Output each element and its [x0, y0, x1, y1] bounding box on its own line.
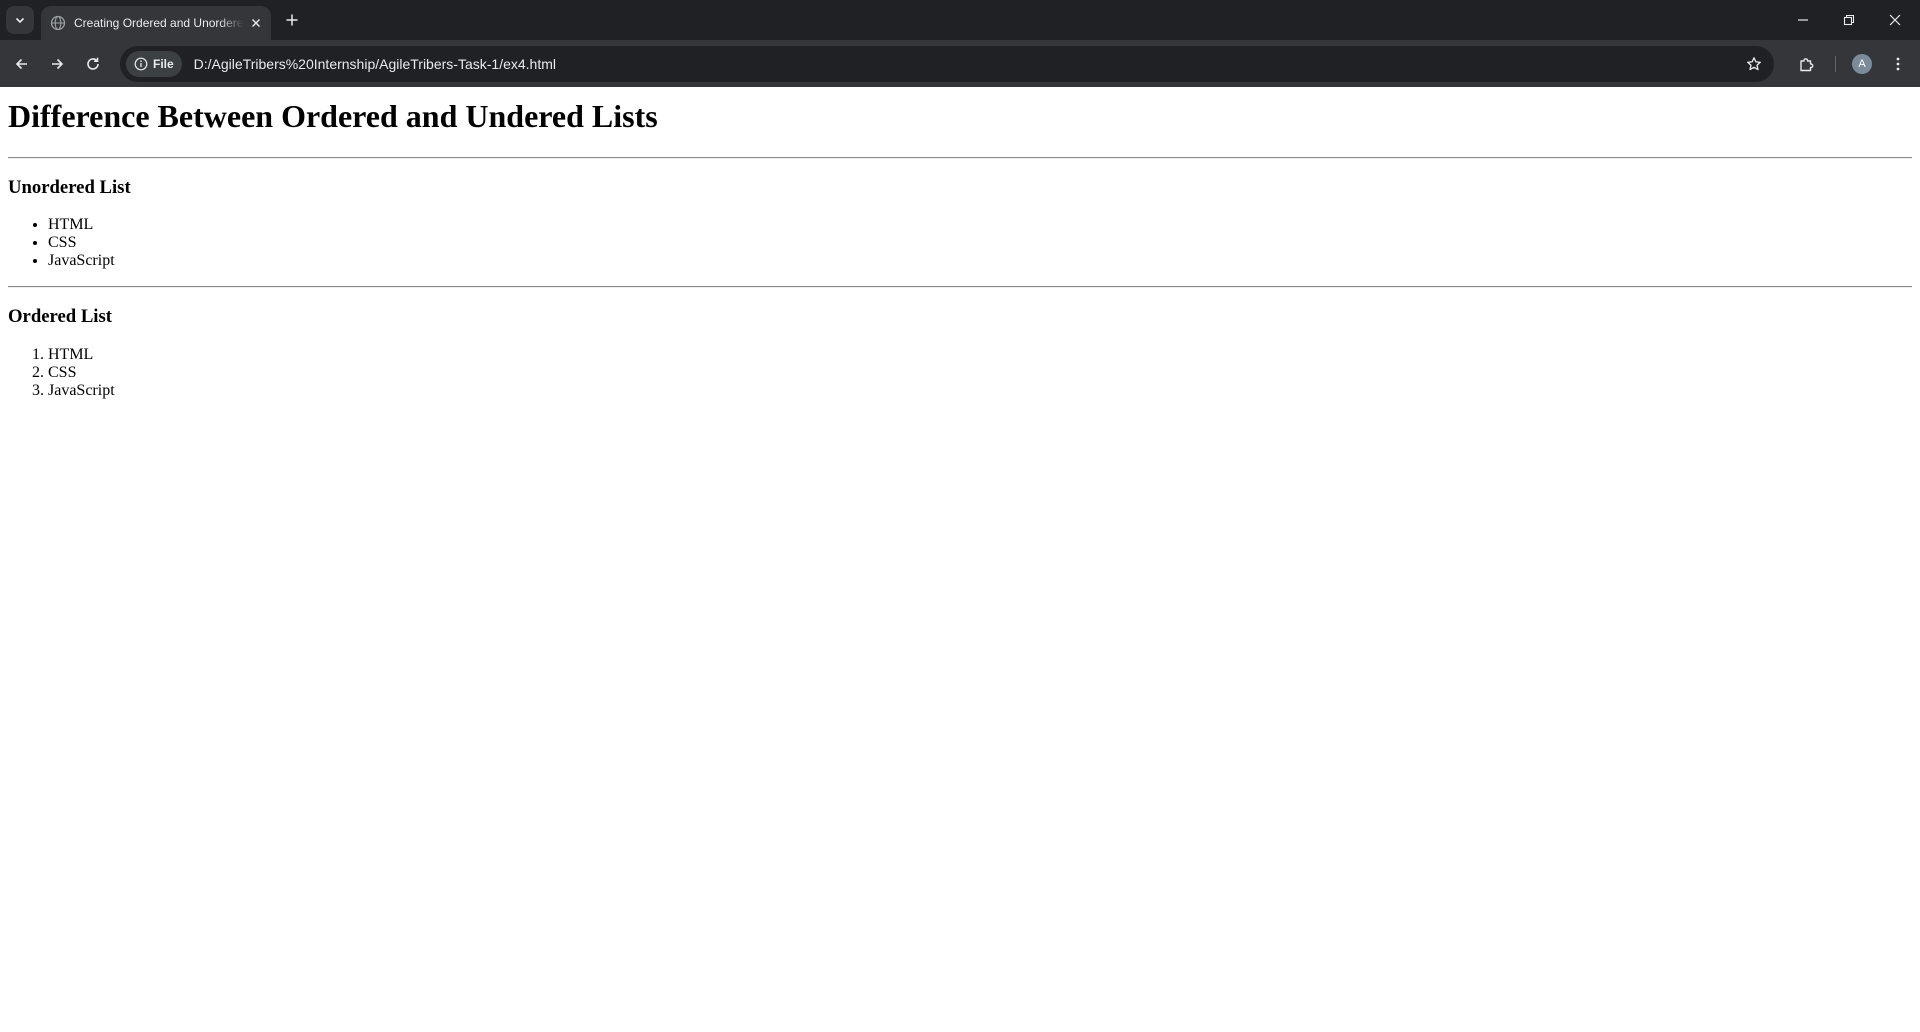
minimize-button[interactable] — [1780, 0, 1826, 40]
address-bar[interactable]: File D:/AgileTribers%20Internship/AgileT… — [120, 46, 1774, 82]
list-item: CSS — [48, 364, 1912, 382]
divider-top — [8, 156, 1912, 159]
avatar: A — [1852, 54, 1872, 74]
close-window-button[interactable] — [1872, 0, 1918, 40]
forward-button[interactable] — [43, 50, 71, 78]
file-chip-label: File — [153, 57, 174, 71]
site-info-chip[interactable]: File — [126, 51, 182, 77]
new-tab-button[interactable] — [280, 8, 304, 32]
list-item: HTML — [48, 216, 1912, 234]
page-title: Difference Between Ordered and Undered L… — [8, 98, 658, 134]
unordered-list-title: Unordered List — [8, 176, 131, 198]
restore-icon — [1843, 14, 1855, 26]
more-vert-icon — [1896, 57, 1900, 71]
minimize-icon — [1798, 19, 1808, 21]
close-tab-icon[interactable] — [248, 15, 264, 31]
list-item: JavaScript — [48, 382, 1912, 400]
menu-button[interactable] — [1884, 50, 1912, 78]
bookmark-star-button[interactable] — [1744, 54, 1764, 74]
divider-middle — [8, 286, 1912, 289]
list-item: JavaScript — [48, 252, 1912, 270]
browser-toolbar: File D:/AgileTribers%20Internship/AgileT… — [0, 40, 1920, 87]
close-icon — [1889, 14, 1901, 26]
plus-icon — [286, 14, 298, 26]
url-text[interactable]: D:/AgileTribers%20Internship/AgileTriber… — [194, 56, 556, 72]
tab-search-button[interactable] — [6, 6, 34, 34]
arrow-right-icon — [52, 58, 64, 70]
list-item: CSS — [48, 234, 1912, 252]
arrow-left-icon — [15, 58, 27, 70]
back-button[interactable] — [8, 50, 36, 78]
reload-icon — [87, 57, 99, 70]
extensions-button[interactable] — [1793, 50, 1821, 78]
ordered-list: HTML CSS JavaScript — [8, 346, 1912, 400]
restore-button[interactable] — [1826, 0, 1872, 40]
unordered-list: HTML CSS JavaScript — [8, 216, 1912, 270]
list-item: HTML — [48, 346, 1912, 364]
toolbar-divider — [1835, 56, 1836, 72]
info-icon — [134, 57, 148, 71]
tab-title: Creating Ordered and Unordered Lists — [74, 16, 244, 30]
puzzle-icon — [1800, 58, 1814, 72]
globe-icon — [50, 15, 66, 31]
active-tab[interactable]: Creating Ordered and Unordered Lists — [41, 6, 271, 40]
ordered-list-title: Ordered List — [8, 306, 112, 328]
tab-strip: Creating Ordered and Unordered Lists — [0, 0, 1920, 40]
page-content: Difference Between Ordered and Undered L… — [0, 98, 1920, 400]
reload-button[interactable] — [79, 50, 107, 78]
star-icon — [1747, 57, 1761, 71]
profile-button[interactable]: A — [1848, 50, 1876, 78]
chevron-down-icon — [15, 17, 25, 24]
